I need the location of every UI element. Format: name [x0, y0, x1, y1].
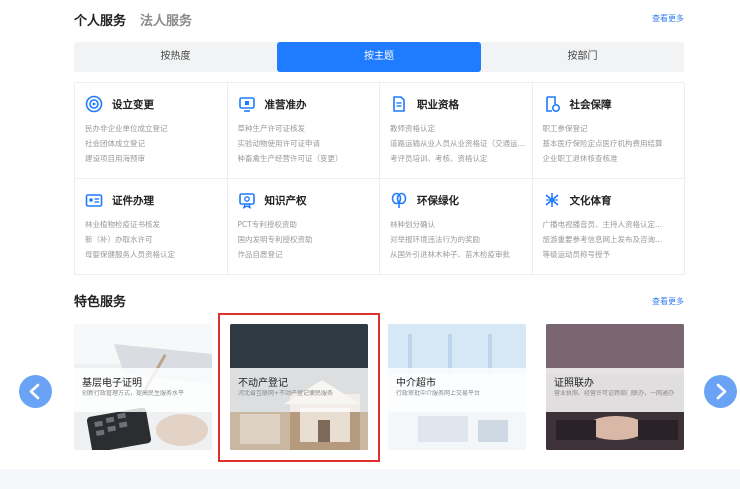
card-description: 营业执照、经营许可证跨部门联办，一网通办 — [554, 390, 675, 397]
id-card-icon — [85, 194, 103, 207]
topic-item[interactable]: 作品自愿登记 — [238, 247, 376, 262]
topic-cell-intellectual-property: 知识产权 PCT专利授权资助 国内发明专利授权资助 作品自愿登记 — [227, 179, 380, 275]
card-description: 河北省互联网+不动产登记便民服务 — [238, 390, 334, 397]
topic-item[interactable]: 企业职工退休核查核准 — [543, 151, 681, 166]
featured-card-license-joint-handling[interactable]: 证照联办 营业执照、经营许可证跨部门联办，一网通办 — [546, 324, 684, 450]
card-title: 证照联办 — [554, 378, 594, 389]
sports-icon — [544, 193, 559, 207]
topic-title: 设立变更 — [112, 98, 154, 111]
topic-header[interactable]: 准营准办 — [238, 95, 307, 113]
leaf-icon — [391, 192, 407, 208]
featured-services-title: 特色服务 — [74, 295, 127, 310]
topic-cell-social-security: 社会保障 职工参保登记 基本医疗保险定点医疗机构费用结算 企业职工退休核查核准 — [532, 83, 685, 179]
card-title: 不动产登记 — [238, 378, 288, 389]
topic-item[interactable]: 道路运输从业人员从业资格证（交通运输工程）初始... — [390, 136, 528, 151]
target-icon — [85, 95, 103, 113]
topic-item[interactable]: 实验动物使用许可证申请 — [238, 136, 376, 151]
topic-item[interactable]: 母婴保健服务人员资格认定 — [85, 247, 223, 262]
document-icon — [393, 96, 405, 112]
card-title: 基层电子证明 — [82, 378, 142, 389]
topic-item[interactable]: 考评员培训、考核、资格认定 — [390, 151, 528, 166]
topic-header[interactable]: 证件办理 — [85, 191, 154, 209]
topic-header[interactable]: 环保绿化 — [390, 191, 459, 209]
topic-item[interactable]: 旅游重要参考信息网上发布及咨询... — [543, 232, 681, 247]
topic-item[interactable]: 建设项目用海预审 — [85, 151, 223, 166]
sort-segmented-control: 按热度 按主题 按部门 — [74, 42, 684, 72]
featured-view-more-link[interactable]: 查看更多 — [652, 296, 684, 307]
topic-item[interactable]: PCT专利授权资助 — [238, 217, 376, 232]
chevron-left-icon — [29, 383, 40, 400]
topic-item[interactable]: 新（补）办取水许可 — [85, 232, 223, 247]
topic-header[interactable]: 职业资格 — [390, 95, 459, 113]
topic-cell-culture-sports: 文化体育 广播电视播音员、主持人资格认定... 旅游重要参考信息网上发布及咨询.… — [532, 179, 685, 275]
card-description: 行政审批中介服务网上交易平台 — [396, 390, 481, 397]
topic-item[interactable]: 民办非企业单位成立登记 — [85, 121, 223, 136]
sort-by-topic-button[interactable]: 按主题 — [277, 42, 481, 72]
featured-card-real-estate-registration[interactable]: 不动产登记 河北省互联网+不动产登记便民服务 — [230, 324, 368, 450]
footer-band — [0, 469, 740, 489]
topic-title: 文化体育 — [569, 194, 612, 207]
card-caption: 证照联办 营业执照、经营许可证跨部门联办，一网通办 — [546, 368, 684, 412]
topic-title: 职业资格 — [417, 98, 459, 111]
topic-cell-id-documents: 证件办理 林业植物检疫证书核发 新（补）办取水许可 母婴保健服务人员资格认定 — [75, 179, 228, 275]
chevron-right-icon — [716, 383, 727, 400]
topic-item[interactable]: 林种划分确认 — [390, 217, 528, 232]
topic-item[interactable]: 种畜禽生产经营许可证（变更） — [238, 151, 376, 166]
topic-item[interactable]: 等级运动员称号授予 — [543, 247, 681, 262]
topic-header[interactable]: 知识产权 — [238, 191, 307, 209]
topic-header[interactable]: 设立变更 — [85, 95, 154, 113]
card-caption: 基层电子证明 创新行政管理方式，提高民生服务水平 — [74, 368, 212, 412]
featured-services-header: 特色服务 查看更多 — [74, 291, 684, 311]
featured-card-e-certificate[interactable]: 基层电子证明 创新行政管理方式，提高民生服务水平 — [74, 324, 212, 450]
topic-title: 知识产权 — [264, 194, 307, 207]
featured-card-agency-supermarket[interactable]: 中介超市 行政审批中介服务网上交易平台 — [388, 324, 526, 450]
view-more-link[interactable]: 查看更多 — [652, 13, 684, 24]
topic-grid: 设立变更 民办非企业单位成立登记 社会团体成立登记 建设项目用海预审 准营准办 … — [74, 82, 685, 275]
service-type-header: 个人服务 法人服务 查看更多 — [74, 8, 684, 32]
monitor-icon — [238, 97, 255, 112]
topic-title: 社会保障 — [569, 98, 612, 111]
card-caption: 中介超市 行政审批中介服务网上交易平台 — [388, 368, 526, 412]
topic-item[interactable]: 社会团体成立登记 — [85, 136, 223, 151]
social-security-icon — [545, 96, 560, 113]
tab-corporate-service[interactable]: 法人服务 — [140, 10, 192, 29]
topic-item[interactable]: 基本医疗保险定点医疗机构费用结算 — [543, 136, 681, 151]
topic-item[interactable]: 职工参保登记 — [543, 121, 681, 136]
topic-item[interactable]: 国内发明专利授权资助 — [238, 232, 376, 247]
topic-item[interactable]: 从国外引进林木种子、苗木检疫审批 — [390, 247, 528, 262]
topic-item[interactable]: 草种生产许可证核发 — [238, 121, 376, 136]
topic-header[interactable]: 文化体育 — [543, 191, 612, 209]
card-title: 中介超市 — [396, 378, 436, 389]
topic-item[interactable]: 教师资格认定 — [390, 121, 528, 136]
sort-by-popularity-button[interactable]: 按热度 — [74, 42, 277, 72]
topic-title: 环保绿化 — [417, 194, 459, 207]
carousel-next-button[interactable] — [704, 375, 737, 408]
topic-item[interactable]: 林业植物检疫证书核发 — [85, 217, 223, 232]
topic-cell-professional-qualification: 职业资格 教师资格认定 道路运输从业人员从业资格证（交通运输工程）初始... 考… — [380, 83, 533, 179]
topic-item[interactable]: 广播电视播音员、主持人资格认定... — [543, 217, 681, 232]
ip-certificate-icon — [238, 193, 255, 209]
tab-personal-service[interactable]: 个人服务 — [74, 10, 126, 29]
topic-title: 证件办理 — [112, 194, 154, 207]
card-description: 创新行政管理方式，提高民生服务水平 — [82, 390, 185, 397]
topic-cell-environmental-greening: 环保绿化 林种划分确认 对举报环境违法行为的奖励 从国外引进林木种子、苗木检疫审… — [380, 179, 533, 275]
topic-title: 准营准办 — [264, 98, 307, 111]
carousel-prev-button[interactable] — [19, 375, 52, 408]
sort-by-department-button[interactable]: 按部门 — [481, 42, 684, 72]
card-caption: 不动产登记 河北省互联网+不动产登记便民服务 — [230, 368, 368, 412]
topic-cell-business-license: 准营准办 草种生产许可证核发 实验动物使用许可证申请 种畜禽生产经营许可证（变更… — [227, 83, 380, 179]
topic-cell-establish-change: 设立变更 民办非企业单位成立登记 社会团体成立登记 建设项目用海预审 — [75, 83, 228, 179]
topic-item[interactable]: 对举报环境违法行为的奖励 — [390, 232, 528, 247]
topic-header[interactable]: 社会保障 — [543, 95, 612, 113]
page-root: 个人服务 法人服务 查看更多 按热度 按主题 按部门 设立变更 民办非企业单位成… — [0, 0, 740, 489]
